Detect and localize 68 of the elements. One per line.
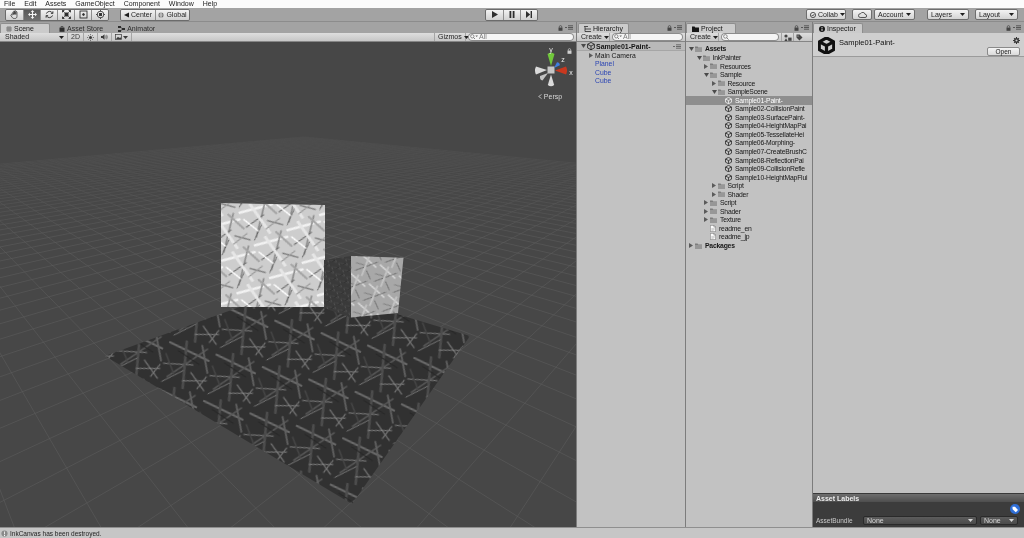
caret-icon <box>122 35 128 39</box>
move-icon <box>27 10 37 19</box>
caret-icon <box>906 13 911 16</box>
tool-button[interactable] <box>57 9 74 20</box>
search-field[interactable] <box>721 33 779 41</box>
info-icon <box>819 25 825 32</box>
menu-icon <box>565 25 573 30</box>
filter-type-button[interactable] <box>781 33 793 41</box>
caret-icon <box>59 35 64 39</box>
tool-button[interactable] <box>23 9 40 20</box>
folder-icon <box>695 45 702 52</box>
cube-logo-icon <box>818 37 835 54</box>
node-graph-icon <box>118 25 126 32</box>
lock-icon <box>667 24 672 31</box>
caret-icon <box>968 518 973 522</box>
label-tag-icon <box>1010 504 1020 514</box>
tag-icon <box>796 33 803 41</box>
caret-icon <box>839 13 845 16</box>
search-icon <box>723 34 729 40</box>
search-icon <box>614 34 622 40</box>
caret-icon <box>463 35 469 39</box>
caret-icon <box>604 35 609 39</box>
check-circle-icon <box>810 11 816 18</box>
tool-button[interactable] <box>91 9 108 20</box>
menu-icon <box>674 25 682 30</box>
folder-icon <box>695 242 702 249</box>
caret-icon <box>1009 518 1014 522</box>
caret-icon <box>1009 13 1014 16</box>
hand-icon <box>10 10 19 19</box>
pivot-icon <box>124 11 129 18</box>
menu-icon <box>673 43 681 49</box>
play-button[interactable] <box>486 9 503 20</box>
cloud-button[interactable] <box>852 9 872 20</box>
rotate-icon <box>44 10 54 19</box>
gear-icon <box>1013 37 1020 44</box>
menu-icon <box>1013 25 1021 30</box>
scale-icon <box>61 10 71 19</box>
sun-icon <box>86 33 94 41</box>
lock-icon <box>567 48 572 54</box>
rect-tool-icon <box>78 10 88 19</box>
hash-icon <box>6 25 12 32</box>
globe-icon <box>158 11 165 18</box>
shopping-bag-icon <box>59 25 65 32</box>
lock-icon <box>1006 24 1011 31</box>
speaker-icon <box>100 34 108 40</box>
transform-icon <box>95 10 105 19</box>
search-icon <box>470 34 478 40</box>
caret-icon <box>713 35 718 39</box>
cube-logo-icon <box>587 42 595 50</box>
tool-button[interactable] <box>74 9 91 20</box>
gizmo-center-cube <box>547 66 555 74</box>
lock-icon <box>794 24 799 31</box>
menu-icon <box>801 25 809 30</box>
shapes-icon <box>783 33 792 41</box>
step-button[interactable] <box>520 9 537 20</box>
pause-icon <box>509 11 515 18</box>
tool-button[interactable] <box>40 9 57 20</box>
step-forward-icon <box>526 11 532 18</box>
cloud-icon <box>857 11 867 18</box>
folder-icon <box>717 182 725 189</box>
play-icon <box>491 11 498 18</box>
folder-icon <box>702 54 710 61</box>
pause-button[interactable] <box>503 9 520 20</box>
caret-icon <box>960 13 965 16</box>
list-tree-icon <box>584 25 591 32</box>
chevron-icon <box>537 94 542 99</box>
lock-icon <box>558 24 563 31</box>
tool-button[interactable] <box>6 9 23 20</box>
